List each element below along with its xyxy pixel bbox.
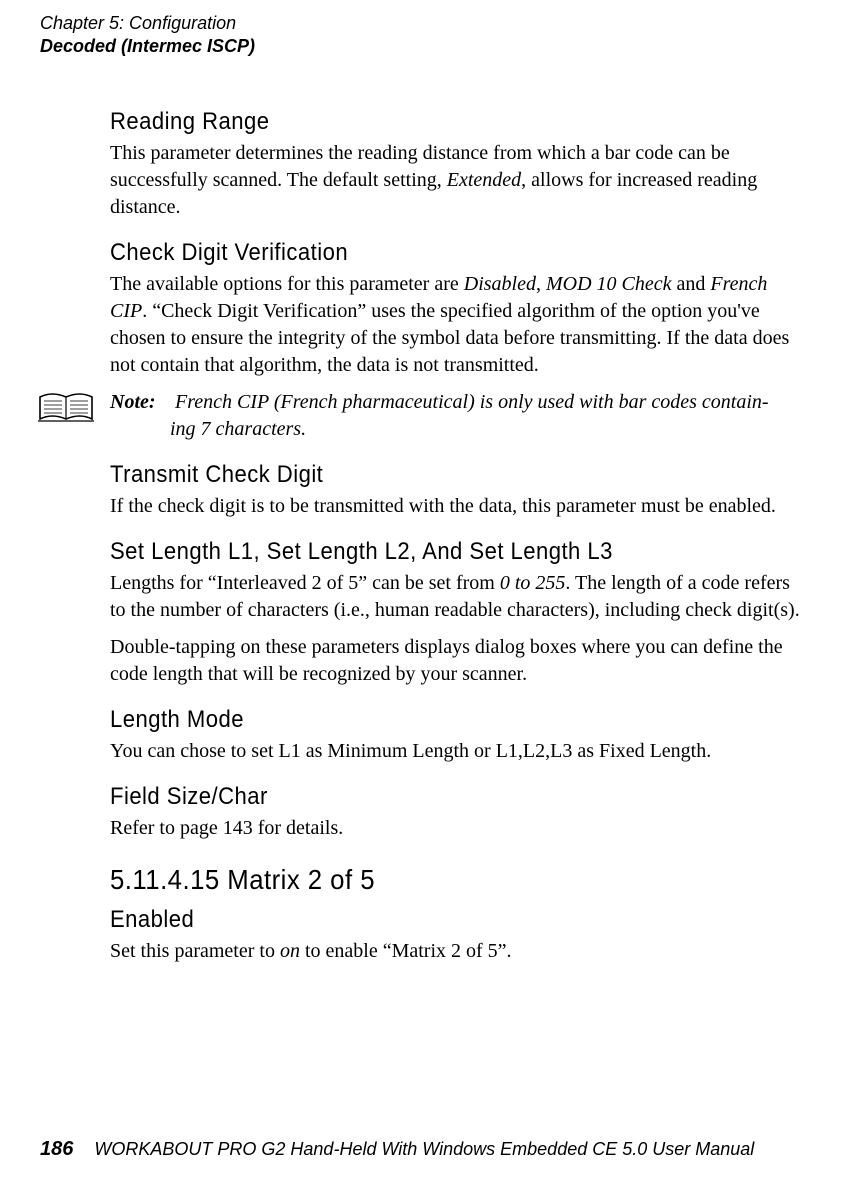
heading-transmit-check-digit: Transmit Check Digit [110,461,748,489]
para-check-digit: The available options for this parameter… [110,271,803,379]
text: to enable “Matrix 2 of 5”. [300,940,512,962]
para-set-length-2: Double-tapping on these parameters displ… [110,634,803,688]
note-line1: French CIP (French pharmaceutical) is on… [175,391,769,413]
heading-length-mode: Length Mode [110,706,748,734]
heading-check-digit: Check Digit Verification [110,239,748,267]
heading-reading-range: Reading Range [110,108,748,136]
para-set-length-1: Lengths for “Interleaved 2 of 5” can be … [110,570,803,624]
header-subtitle: Decoded (Intermec ISCP) [40,35,255,58]
para-length-mode: You can chose to set L1 as Minimum Lengt… [110,738,803,765]
em-range: 0 to 255 [500,572,566,594]
text: Set this parameter to [110,940,280,962]
note-text: Note: French CIP (French pharmaceutical)… [110,389,803,443]
para-transmit: If the check digit is to be transmitted … [110,493,803,520]
header-chapter: Chapter 5: Configuration [40,12,255,35]
note-line2: ing 7 characters. [170,416,803,443]
para-reading-range: This parameter determines the reading di… [110,140,803,221]
heading-field-size: Field Size/Char [110,783,748,811]
running-footer: 186 WORKABOUT PRO G2 Hand-Held With Wind… [40,1138,803,1161]
heading-set-length: Set Length L1, Set Length L2, And Set Le… [110,538,748,566]
book-icon [36,389,98,427]
note-label: Note: [110,389,170,416]
em-extended: Extended [447,169,521,191]
note-block: Note: French CIP (French pharmaceutical)… [110,389,803,443]
text: Lengths for “Interleaved 2 of 5” can be … [110,572,500,594]
page-number: 186 [40,1138,73,1160]
para-enabled: Set this parameter to on to enable “Matr… [110,938,803,965]
heading-enabled: Enabled [110,906,748,934]
footer-title: WORKABOUT PRO G2 Hand-Held With Windows … [94,1139,754,1159]
running-header: Chapter 5: Configuration Decoded (Interm… [40,12,255,57]
text: The available options for this parameter… [110,273,464,295]
text: . “Check Digit Verification” uses the sp… [110,300,789,376]
text: and [672,273,711,295]
text: , [536,273,546,295]
page: Chapter 5: Configuration Decoded (Interm… [0,0,845,1193]
em-mod10: MOD 10 Check [546,273,672,295]
em-disabled: Disabled [464,273,536,295]
content-area: Reading Range This parameter determines … [110,90,803,975]
para-field-size: Refer to page 143 for details. [110,815,803,842]
em-on: on [280,940,300,962]
heading-matrix-2-of-5: 5.11.4.15 Matrix 2 of 5 [110,864,748,896]
